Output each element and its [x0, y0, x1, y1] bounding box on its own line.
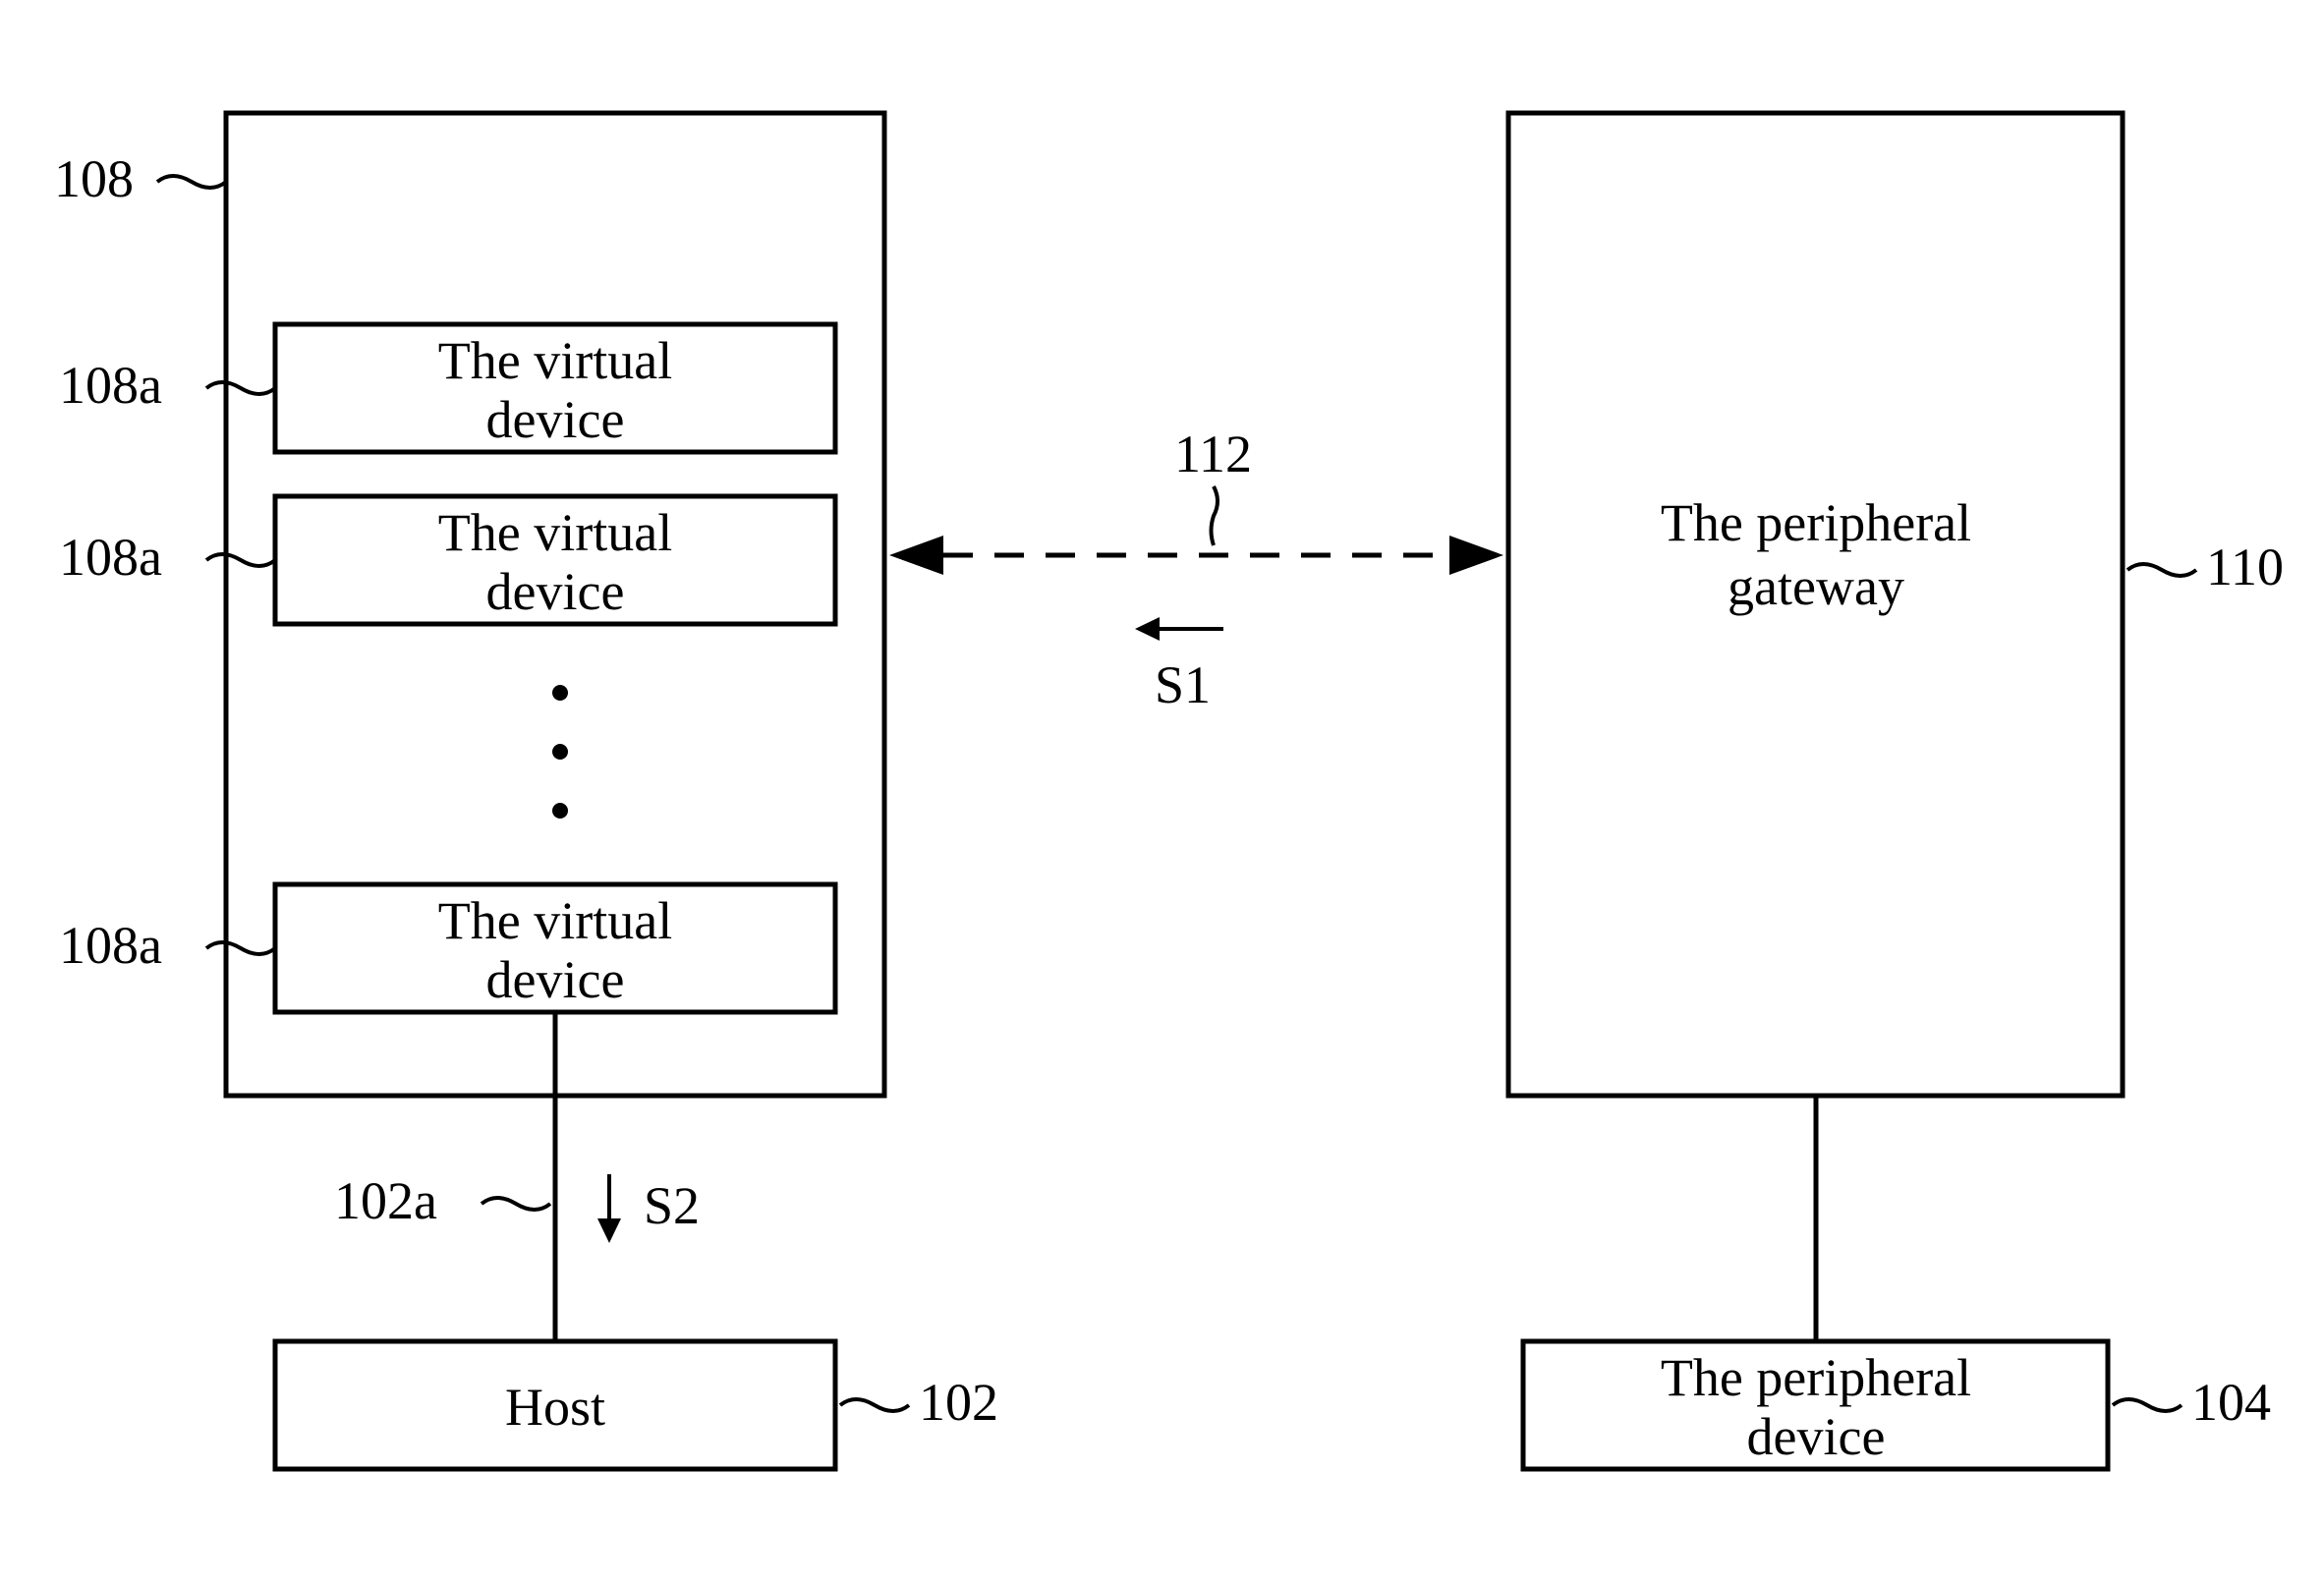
ellipsis-dot	[552, 685, 568, 701]
host-label: Host	[505, 1378, 605, 1437]
leader-112	[1212, 486, 1219, 545]
virtual-device-3-line1: The virtual	[438, 891, 672, 950]
ellipsis-dot	[552, 744, 568, 760]
dashed-link-left-head	[889, 536, 943, 575]
peripheral-gateway-line1: The peripheral	[1661, 493, 1971, 552]
label-104: 104	[2191, 1373, 2271, 1432]
ellipsis-dot	[552, 803, 568, 819]
arrow-s2-head	[597, 1218, 621, 1243]
peripheral-gateway-line2: gateway	[1728, 557, 1904, 616]
label-102: 102	[919, 1373, 998, 1432]
label-112: 112	[1174, 425, 1252, 483]
label-108: 108	[54, 149, 134, 208]
dashed-link-right-head	[1449, 536, 1503, 575]
leader-108a-3	[206, 942, 275, 954]
virtual-device-1-line1: The virtual	[438, 331, 672, 390]
leader-108a-1	[206, 382, 275, 394]
virtual-device-1-line2: device	[486, 390, 625, 449]
label-108a-3: 108a	[59, 916, 162, 975]
virtual-device-2-line1: The virtual	[438, 503, 672, 562]
arrow-s1-head	[1135, 617, 1160, 641]
label-s2: S2	[644, 1176, 700, 1235]
leader-110	[2127, 564, 2196, 576]
leader-102	[840, 1399, 909, 1411]
leader-108	[157, 176, 226, 188]
label-108a-1: 108a	[59, 356, 162, 415]
leader-102a	[482, 1198, 550, 1210]
label-110: 110	[2206, 538, 2284, 596]
diagram-root: 108 The virtual device 108a The virtual …	[0, 0, 2324, 1585]
virtual-device-2-line2: device	[486, 562, 625, 621]
peripheral-device-line2: device	[1747, 1407, 1886, 1466]
leader-104	[2113, 1399, 2182, 1411]
label-s1: S1	[1155, 655, 1211, 714]
peripheral-device-line1: The peripheral	[1661, 1348, 1971, 1407]
label-108a-2: 108a	[59, 528, 162, 587]
leader-108a-2	[206, 554, 275, 566]
virtual-device-3-line2: device	[486, 950, 625, 1009]
label-102a: 102a	[334, 1171, 437, 1230]
